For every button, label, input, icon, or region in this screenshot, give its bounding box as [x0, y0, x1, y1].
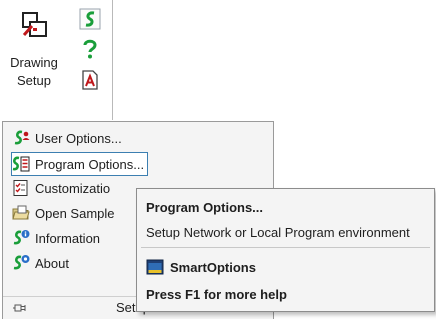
menu-item-about[interactable]: About [12, 252, 130, 274]
menu-item-label: Open Sample [35, 205, 115, 221]
menu-item-label: User Options... [35, 130, 122, 146]
drawing-setup-icon [22, 12, 47, 37]
tooltip-help-text: Press F1 for more help [146, 287, 287, 302]
about-icon [12, 254, 30, 272]
smart-s-icon [79, 8, 101, 30]
menu-item-customization[interactable]: Customizatio [12, 177, 130, 199]
tooltip-title: Program Options... [146, 200, 264, 215]
user-options-icon [12, 129, 30, 147]
customization-icon [12, 179, 30, 197]
information-icon [12, 229, 30, 247]
menu-item-label: Customizatio [35, 180, 111, 196]
ribbon-setup-group: Drawing Setup [0, 0, 113, 120]
menu-item-label: Program Options... [35, 156, 145, 172]
menu-item-information[interactable]: Information [12, 227, 130, 249]
drawing-setup-button[interactable]: Drawing Setup [6, 6, 62, 106]
tooltip-description: Setup Network or Local Program environme… [146, 225, 410, 240]
drawing-setup-label: Drawing Setup [10, 55, 58, 88]
program-options-icon [12, 155, 30, 173]
help-question-icon [83, 39, 97, 59]
smartoptions-icon [146, 259, 164, 275]
smartoptions-link[interactable]: SmartOptions [146, 258, 256, 276]
menu-item-open-sample[interactable]: Open Sample [12, 202, 130, 224]
tooltip-divider [141, 247, 430, 248]
smartoptions-label: SmartOptions [170, 259, 256, 275]
open-sample-icon [12, 204, 30, 222]
help-small-button[interactable] [79, 38, 101, 60]
pin-icon[interactable] [13, 301, 27, 315]
menu-item-user-options[interactable]: User Options... [12, 127, 122, 149]
document-small-button[interactable] [79, 69, 101, 91]
document-a-icon [82, 70, 98, 90]
menu-item-label: Information [35, 230, 101, 246]
menu-item-program-options[interactable]: Program Options... [11, 152, 149, 176]
program-options-tooltip: Program Options... Setup Network or Loca… [136, 188, 435, 312]
smart-options-small-button[interactable] [79, 8, 101, 30]
menu-item-label: About [35, 255, 69, 271]
